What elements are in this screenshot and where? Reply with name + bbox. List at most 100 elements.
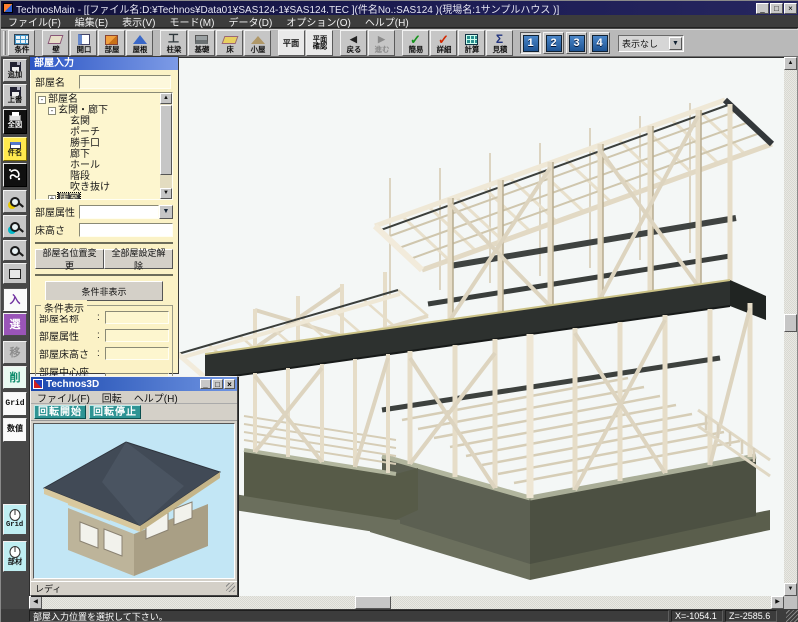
mouse-parts-button[interactable]: 部材 xyxy=(3,541,27,572)
mode-move-button[interactable]: 移 xyxy=(3,341,27,364)
save-overwrite-button[interactable]: 上書 xyxy=(3,84,27,107)
view2-button[interactable]: 2 xyxy=(543,32,564,54)
cond-floor-height-label: 部屋床高さ xyxy=(39,346,97,361)
resize-grip[interactable] xyxy=(786,610,798,622)
view1-button[interactable]: 1 xyxy=(520,32,541,54)
rotation-start-button[interactable]: 回転開始 xyxy=(34,405,86,419)
menu-data[interactable]: データ(D) xyxy=(221,14,279,29)
vertical-scrollbar[interactable]: ▲ ▼ xyxy=(784,57,797,596)
save-add-button[interactable]: 追加 xyxy=(3,59,27,82)
house-preview-3d[interactable] xyxy=(33,423,235,579)
toolbar-room-button[interactable]: 部屋 xyxy=(98,30,125,56)
toolbar-plan-confirm-button[interactable]: 平面 確認 xyxy=(306,30,333,56)
tree-item[interactable]: 玄関 xyxy=(38,116,158,127)
horizontal-scroll-thumb[interactable] xyxy=(355,596,391,609)
tree-item[interactable]: 廊下 xyxy=(38,149,158,160)
move-room-name-button[interactable]: 部屋名位置変更 xyxy=(35,249,104,269)
tree-scrollbar[interactable]: ▲ ▼ xyxy=(160,93,172,199)
clear-all-rooms-button[interactable]: 全部屋設定解除 xyxy=(104,249,173,269)
numeric-toggle-button[interactable]: 数値 xyxy=(3,418,27,442)
scroll-down-icon[interactable]: ▼ xyxy=(160,188,172,199)
tree-item[interactable]: - 玄関・廊下 xyxy=(38,105,158,116)
mode-input-button[interactable]: 入 xyxy=(3,288,27,311)
vertical-scroll-thumb[interactable] xyxy=(784,314,797,332)
room-dialog-title[interactable]: 部屋入力 xyxy=(30,57,178,70)
mode-delete-button[interactable]: 削 xyxy=(3,366,27,389)
menu-file[interactable]: ファイル(F) xyxy=(1,14,68,29)
tree-expander-icon[interactable]: + xyxy=(48,195,56,201)
room-name-input[interactable] xyxy=(79,75,171,89)
mouse-grid-button[interactable]: Grid xyxy=(3,504,27,535)
toolbar-detail-button[interactable]: ✓ 詳細 xyxy=(430,30,457,56)
toolbar-estimate-button[interactable]: Σ 見積 xyxy=(486,30,513,56)
room-attribute-select[interactable]: ▼ xyxy=(79,205,173,219)
resize-grip[interactable] xyxy=(226,583,235,592)
scroll-up-icon[interactable]: ▲ xyxy=(160,93,172,104)
tree-item[interactable]: - 部屋名 xyxy=(38,94,158,105)
menu-option[interactable]: オプション(O) xyxy=(279,14,357,29)
t3d-menu-file[interactable]: ファイル(F) xyxy=(31,390,96,405)
chevron-down-icon[interactable]: ▼ xyxy=(159,205,173,219)
menu-mode[interactable]: モード(M) xyxy=(162,14,221,29)
toolbar-plan-button[interactable]: 平面 xyxy=(278,30,305,56)
subject-button[interactable]: 件名 xyxy=(3,137,27,161)
tree-item[interactable]: 吹き抜け xyxy=(38,182,158,193)
view4-button[interactable]: 4 xyxy=(589,32,610,54)
room-tree[interactable]: - 部屋名 - 玄関・廊下 玄関 ポーチ 勝手口 廊下 ホール 階段 吹き抜け … xyxy=(35,92,173,200)
grid-toggle-button[interactable]: Grid xyxy=(3,392,27,416)
toolbar-condition-button[interactable]: 条件 xyxy=(8,30,35,56)
maximize-button[interactable]: □ xyxy=(212,379,223,389)
floor-icon xyxy=(221,36,238,44)
toolbar-foundation-button[interactable]: 基礎 xyxy=(188,30,215,56)
zoom-out-icon xyxy=(10,222,20,232)
tree-expander-icon[interactable]: - xyxy=(48,107,56,115)
rotation-stop-button[interactable]: 回転停止 xyxy=(89,405,141,419)
floor-height-input[interactable] xyxy=(79,223,173,237)
tree-scroll-thumb[interactable] xyxy=(160,105,172,175)
tree-item[interactable]: ポーチ xyxy=(38,127,158,138)
tree-item-selected[interactable]: + 居室 xyxy=(38,193,158,200)
toolbar-simple-button[interactable]: ✓ 簡易 xyxy=(402,30,429,56)
mode-select-button[interactable]: 選 xyxy=(3,313,27,336)
magnify-button[interactable] xyxy=(3,240,27,261)
toolbar-wall-button[interactable]: 壁 xyxy=(42,30,69,56)
close-button[interactable]: × xyxy=(784,3,797,14)
tree-item[interactable]: ホール xyxy=(38,160,158,171)
toolbar-back-button[interactable]: ◀ 戻る xyxy=(340,30,367,56)
menu-help[interactable]: ヘルプ(H) xyxy=(358,14,416,29)
close-button[interactable]: × xyxy=(224,379,235,389)
tree-expander-icon[interactable]: - xyxy=(38,96,46,104)
menu-edit[interactable]: 編集(E) xyxy=(68,14,115,29)
toolbar-roof-button[interactable]: 屋根 xyxy=(126,30,153,56)
toolbar-forward-button[interactable]: ▶ 進む xyxy=(368,30,395,56)
room-input-dialog: 部屋入力 部屋名 - 部屋名 - 玄関・廊下 玄関 ポーチ 勝手口 廊下 ホール xyxy=(29,56,179,374)
maximize-button[interactable]: □ xyxy=(770,3,783,14)
zoom-in-button[interactable] xyxy=(3,190,27,213)
hide-conditions-button[interactable]: 条件非表示 xyxy=(45,281,163,301)
toolbar-calc-button[interactable]: 計算 xyxy=(458,30,485,56)
view3-button[interactable]: 3 xyxy=(566,32,587,54)
zoom-out-button[interactable] xyxy=(3,215,27,238)
scroll-down-icon[interactable]: ▼ xyxy=(784,583,797,596)
horizontal-scrollbar[interactable]: ◀ ▶ xyxy=(29,596,784,609)
menu-view[interactable]: 表示(V) xyxy=(115,14,162,29)
chevron-down-icon[interactable]: ▼ xyxy=(669,37,682,50)
scroll-right-icon[interactable]: ▶ xyxy=(771,596,784,609)
toolbar-shed-button[interactable]: 小屋 xyxy=(244,30,271,56)
scroll-left-icon[interactable]: ◀ xyxy=(29,596,42,609)
display-mode-select[interactable]: 表示なし ▼ xyxy=(618,35,684,52)
print-all-button[interactable]: 全図 xyxy=(3,109,27,134)
toolbar-column-beam-button[interactable]: 工 柱梁 xyxy=(160,30,187,56)
t3d-menu-rotate[interactable]: 回転 xyxy=(96,390,128,405)
region-select-button[interactable] xyxy=(3,263,27,284)
tree-item[interactable]: 階段 xyxy=(38,171,158,182)
parts-tool-button[interactable] xyxy=(3,163,27,187)
minimize-button[interactable]: _ xyxy=(756,3,769,14)
t3d-menu-help[interactable]: ヘルプ(H) xyxy=(128,390,184,405)
toolbar-opening-button[interactable]: 開口 xyxy=(70,30,97,56)
toolbar-floor-button[interactable]: 床 xyxy=(216,30,243,56)
scroll-up-icon[interactable]: ▲ xyxy=(784,57,797,70)
minimize-button[interactable]: _ xyxy=(200,379,211,389)
tree-item[interactable]: 勝手口 xyxy=(38,138,158,149)
room-attribute-value[interactable] xyxy=(79,205,159,219)
